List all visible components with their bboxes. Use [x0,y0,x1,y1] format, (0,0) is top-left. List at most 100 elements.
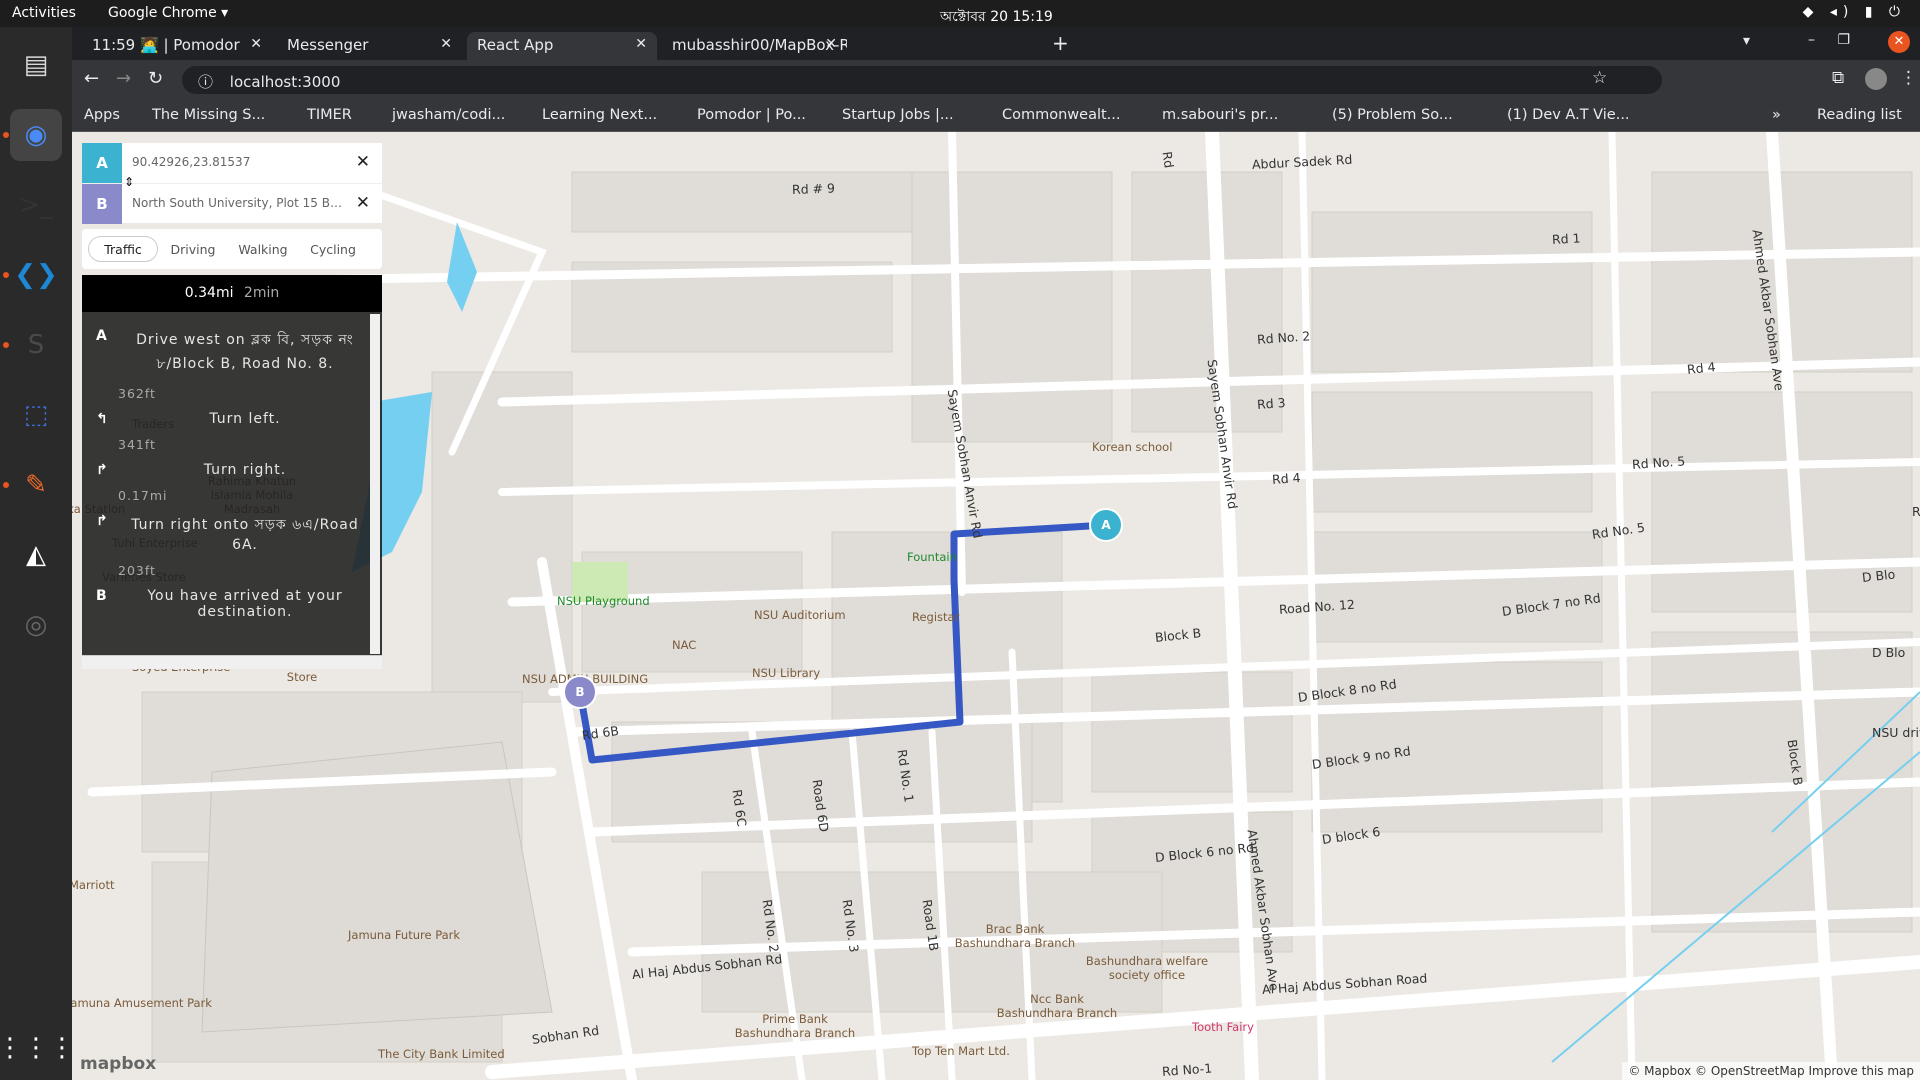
poi-label[interactable]: Jamuna Amusement Park [72,996,212,1010]
chrome-icon[interactable]: ◉ [10,109,62,161]
tab-close-icon[interactable]: ✕ [635,36,647,52]
chrome-menu-icon[interactable]: ⋮ [1900,68,1917,88]
instructions-list[interactable]: A Drive west on ব্লক বি, সড়ক নং ৮/Block … [82,312,382,655]
bookmark-4[interactable]: Learning Next... [542,107,657,123]
poi-label[interactable]: NSU Auditorium [754,608,846,622]
bookmarks-bar: Apps The Missing S... TIMER jwasham/codi...… [72,100,1920,132]
route-marker-b[interactable]: B [563,675,597,709]
close-window-icon[interactable]: ✕ [1888,31,1910,53]
postman-icon[interactable]: ✎ [10,459,62,511]
tab-2[interactable]: React App ✕ [467,32,657,60]
bookmark-10[interactable]: (1) Dev A.T Vie... [1507,107,1630,123]
bookmark-5[interactable]: Pomodor | Po... [697,107,806,123]
swap-icon[interactable]: ⇕ [124,175,134,189]
bookmark-8[interactable]: m.sabouri's pr... [1162,107,1278,123]
bookmark-6[interactable]: Startup Jobs |... [842,107,954,123]
bookmark-1[interactable]: The Missing S... [152,107,265,123]
instruction-step[interactable]: ↱ Turn right. 0.17mi [82,456,382,507]
url-input[interactable]: ⓘ localhost:3000 [182,66,1662,94]
extensions-icon[interactable]: ⧉ [1832,68,1844,88]
profile-driving[interactable]: Driving [158,237,228,263]
back-icon[interactable]: ← [84,68,99,89]
show-apps-icon[interactable]: ⋮⋮⋮ [0,1022,75,1074]
map-attribution[interactable]: © Mapbox © OpenStreetMap Improve this ma… [1622,1062,1920,1080]
bookmark-3[interactable]: jwasham/codi... [392,107,505,123]
tab-0[interactable]: 11:59 🧑‍💻 | Pomodor ✕ [82,32,272,60]
instruction-step[interactable]: ↱ Turn right onto সড়ক ৬এ/Road 6A. 203ft [82,507,382,582]
tab-search-icon[interactable]: ▾ [1743,33,1750,49]
destination-input-row[interactable]: B North South University, Plot 15 Block.… [82,183,382,224]
poi-label[interactable]: Korean school [1092,440,1172,454]
destination-input[interactable]: North South University, Plot 15 Block... [132,196,342,210]
tab-1[interactable]: Messenger ✕ [277,32,462,60]
poi-label[interactable]: Bashundhara welfare society office [1082,954,1212,982]
forward-icon[interactable]: → [116,68,131,89]
system-tray[interactable]: ◆ ◂) ▮ ⏻ [1803,4,1906,20]
road-label: Rd 4 [1271,470,1302,487]
bookmarks-overflow-icon[interactable]: » [1772,107,1781,123]
bookmark-star-icon[interactable]: ☆ [1592,68,1607,88]
profile-avatar[interactable] [1865,68,1887,90]
profile-toggle: Traffic Driving Walking Cycling [82,229,382,269]
tab-close-icon[interactable]: ✕ [440,36,452,52]
disk-icon[interactable]: ◎ [10,599,62,651]
clear-origin-icon[interactable]: ✕ [356,152,370,172]
profile-walking[interactable]: Walking [228,237,298,263]
bookmark-9[interactable]: (5) Problem So... [1332,107,1453,123]
instruction-step[interactable]: A Drive west on ব্লক বি, সড়ক নং ৮/Block … [82,322,382,405]
route-marker-a[interactable]: A [1089,508,1123,542]
poi-label[interactable]: The City Bank Limited [378,1047,505,1061]
reload-icon[interactable]: ↻ [148,68,163,89]
bookmark-7[interactable]: Commonwealt... [1002,107,1121,123]
bookmark-2[interactable]: TIMER [307,107,352,123]
app-menu[interactable]: Google Chrome ▾ [108,5,228,21]
tab-3[interactable]: mubasshir00/MapBox-Re ✕ [662,32,847,60]
poi-label[interactable]: Marriott [72,878,114,892]
poi-label[interactable]: Fountain [907,550,957,564]
poi-label[interactable]: Top Ten Mart Ltd. [912,1044,1010,1058]
mapbox-logo[interactable]: mapbox [80,1054,156,1074]
tab-close-icon[interactable]: ✕ [825,36,837,52]
minimize-icon[interactable]: – [1808,32,1815,48]
files-icon[interactable]: ▤ [10,39,62,91]
terminal-icon[interactable]: >_ [10,179,62,231]
sublime-icon[interactable]: S [10,319,62,371]
step-icon: ↰ [96,411,109,427]
activities-button[interactable]: Activities [12,5,76,21]
tab-title: Messenger [287,36,369,54]
reading-list-button[interactable]: Reading list [1817,107,1902,123]
origin-input[interactable]: 90.42926,23.81537 [132,155,342,169]
poi-label[interactable]: Jamuna Future Park [348,928,460,942]
poi-label[interactable]: Registar [912,610,959,624]
poi-label[interactable]: Prime Bank Bashundhara Branch [730,1012,860,1040]
instruction-step[interactable]: ↰ Turn left. 341ft [82,405,382,456]
road-label: Rd [1159,150,1177,170]
instruction-step[interactable]: B You have arrived at your destination. [82,582,382,624]
horizontal-scrollbar[interactable] [82,655,382,669]
screenshot-icon[interactable]: ⬚ [10,389,62,441]
poi-label[interactable]: NSU Playground [557,594,650,608]
app-icon[interactable]: ◭ [10,529,62,581]
tab-close-icon[interactable]: ✕ [250,36,262,52]
origin-letter: A [82,143,122,183]
info-icon[interactable]: ⓘ [198,73,213,91]
poi-label[interactable]: Ncc Bank Bashundhara Branch [992,992,1122,1020]
profile-cycling[interactable]: Cycling [298,237,368,263]
maximize-icon[interactable]: ❐ [1837,32,1850,48]
poi-label[interactable]: Tooth Fairy [1192,1020,1254,1034]
running-indicator [3,342,9,348]
new-tab-button[interactable]: + [1052,31,1069,55]
dock: ▤ ◉ >_ ❮❯ S ⬚ ✎ ◭ ◎ ⋮⋮⋮ [0,27,75,1080]
clear-destination-icon[interactable]: ✕ [356,193,370,213]
poi-label[interactable]: NSU Library [752,666,820,680]
step-icon: B [96,588,108,604]
profile-traffic[interactable]: Traffic [88,236,158,262]
clock[interactable]: অক্টোবর 20 15:19 [940,5,1053,29]
vertical-scrollbar[interactable] [370,314,380,654]
bookmark-0[interactable]: Apps [84,107,120,123]
running-indicator [3,272,9,278]
address-bar-row: ← → ↻ ⓘ localhost:3000 ☆ ⧉ ⋮ [72,60,1920,100]
poi-label[interactable]: Brac Bank Bashundhara Branch [950,922,1080,950]
poi-label[interactable]: NAC [672,638,696,652]
vscode-icon[interactable]: ❮❯ [10,249,62,301]
